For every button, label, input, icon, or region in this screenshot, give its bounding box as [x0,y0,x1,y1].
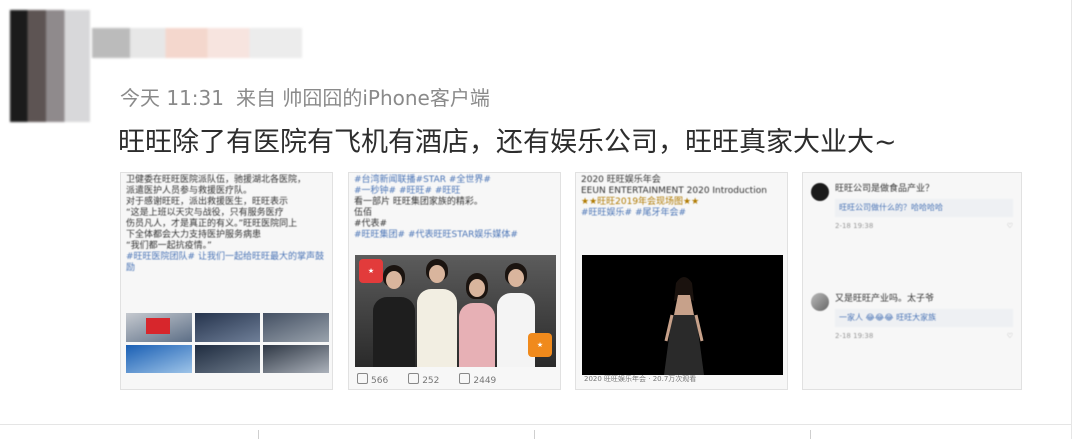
reply-text: 一家人 😂😂😂 旺旺大家族 [839,313,937,322]
post-source[interactable]: 来自 帅囧囧的iPhone客户端 [236,86,490,110]
card-3-link[interactable]: #旺旺娱乐# #尾牙年会# [581,208,782,219]
comment-text: 又是旺旺产业吗。太子爷 [835,294,935,304]
person-figure [459,303,495,367]
card-1-photos [126,313,329,373]
card-3-text: 2020 旺旺娱乐年会 EEUN ENTERTAINMENT 2020 Intr… [581,175,782,219]
card-2-line: 看一部片 旺旺集团家族的精彩。 [354,197,483,207]
commenter-avatar[interactable] [811,293,829,311]
comment-item: 旺旺公司是做食品产业？ 旺旺公司做什么的？哈哈哈哈 2-18 19:38 ♡ [811,183,1013,232]
card-2-text: #台湾新闻联播#STAR #全世界# #一秒钟# #旺旺# #旺旺 看一部片 旺… [354,175,555,241]
divider [0,424,1072,425]
card-3-line: ★★旺旺2019年会现场图★★ [581,197,700,207]
like-icon [459,372,471,384]
photo-thumb [194,344,261,373]
card-1-line: 下全体都会大力支持医护服务病患 [126,230,262,240]
repost-icon [357,372,368,384]
comment-date: 2-18 19:38 [835,332,874,340]
card-2-line[interactable]: #台湾新闻联播#STAR #全世界# [354,175,555,186]
comment-item: 又是旺旺产业吗。太子爷 一家人 😂😂😂 旺旺大家族 2-18 19:38 ♡ [811,293,1013,342]
repost-count-value: 566 [371,375,389,386]
comment-reply: 一家人 😂😂😂 旺旺大家族 [835,309,1013,327]
comment-icon [408,372,420,384]
photo-thumb [126,344,192,373]
card-2-line: #代表# [354,219,388,229]
comment-footer: 2-18 19:38 ♡ [835,220,1013,232]
commenter-avatar[interactable] [811,183,829,201]
group-photo[interactable]: ★ ★ [355,255,556,367]
flag-icon [145,318,170,335]
comment-count-value: 252 [422,375,440,386]
card-2-stats: 566 252 2449 [349,369,560,389]
card-1-line: 派遣医护人员参与救援医疗队。 [126,186,253,196]
model-figure [664,277,704,375]
card-1-line: 卫健委在旺旺医院派队伍，驰援湖北各医院， [126,175,307,185]
card-1-link[interactable]: #旺旺医院团队# 让我们一起给旺旺最大的掌声鼓励 [126,252,327,274]
sticker-icon: ★ [359,259,383,283]
card-3-line: 2020 旺旺娱乐年会 [581,175,661,185]
card-1-line: 伤员凡人，才是真正的有义。”旺旺医院同上 [126,219,298,229]
person-face [508,269,524,287]
comment-date: 2-18 19:38 [835,222,874,230]
card-1-line: “我们都一起抗疫情。” [126,241,212,251]
like-count[interactable]: 2449 [459,372,497,386]
comment-reply: 旺旺公司做什么的？哈哈哈哈 [835,199,1013,217]
card-1-text: 卫健委在旺旺医院派队伍，驰援湖北各医院， 派遣医护人员参与救援医疗队。 对于感谢… [126,175,327,274]
post-time[interactable]: 今天 11:31 [120,86,224,110]
person-figure [373,297,415,367]
photo-thumb [263,344,329,373]
image-card-3[interactable]: 2020 旺旺娱乐年会 EEUN ENTERTAINMENT 2020 Intr… [575,172,788,390]
card-1-line: 对于感谢旺旺，派出救援医生，旺旺表示 [126,197,289,207]
divider-tick [534,430,535,439]
person-figure [417,289,457,367]
card-2-link[interactable]: #旺旺集团# #代表旺旺STAR娱乐媒体# [354,230,555,241]
comment-footer: 2-18 19:38 ♡ [835,330,1013,342]
video-caption: 2020 旺旺娱乐年会 · 20.7万次观看 [584,375,697,383]
like-icon[interactable]: ♡ [1007,220,1013,232]
username-blurred[interactable] [92,28,302,58]
divider-tick [810,430,811,439]
card-1-line: “这是上班以天灾与战役，只有服务医疗 [126,208,284,218]
like-count-value: 2449 [473,375,497,386]
photo-thumb [263,313,329,342]
person-face [429,265,445,283]
like-icon[interactable]: ♡ [1007,330,1013,342]
post-meta: 今天 11:31 来自 帅囧囧的iPhone客户端 [120,82,502,111]
repost-count[interactable]: 566 [357,372,389,386]
photo-thumb [126,313,192,342]
comment-card[interactable]: 旺旺公司是做食品产业？ 旺旺公司做什么的？哈哈哈哈 2-18 19:38 ♡ 又是… [802,172,1022,390]
post-text: 旺旺除了有医院有飞机有酒店，还有娱乐公司，旺旺真家大业大~ [118,127,897,158]
user-avatar[interactable] [10,10,90,122]
person-face [469,279,485,297]
card-2-line: 伍佰 [354,208,373,218]
comment-text: 旺旺公司是做食品产业？ [835,184,935,194]
divider-tick [258,430,259,439]
image-card-2[interactable]: #台湾新闻联播#STAR #全世界# #一秒钟# #旺旺# #旺旺 看一部片 旺… [348,172,561,390]
comment-count[interactable]: 252 [408,372,440,386]
card-3-line: EEUN ENTERTAINMENT 2020 Introduction [581,186,767,196]
reply-text: 旺旺公司做什么的？哈哈哈哈 [839,203,943,212]
card-2-line[interactable]: #一秒钟# #旺旺# #旺旺 [354,186,555,197]
runway-video[interactable] [582,255,783,375]
person-face [386,271,402,289]
sticker-icon: ★ [528,333,552,357]
card-3-caption: 2020 旺旺娱乐年会 · 20.7万次观看 [576,369,787,389]
image-card-1[interactable]: 卫健委在旺旺医院派队伍，驰援湖北各医院， 派遣医护人员参与救援医疗队。 对于感谢… [120,172,333,390]
photo-thumb [194,313,261,342]
